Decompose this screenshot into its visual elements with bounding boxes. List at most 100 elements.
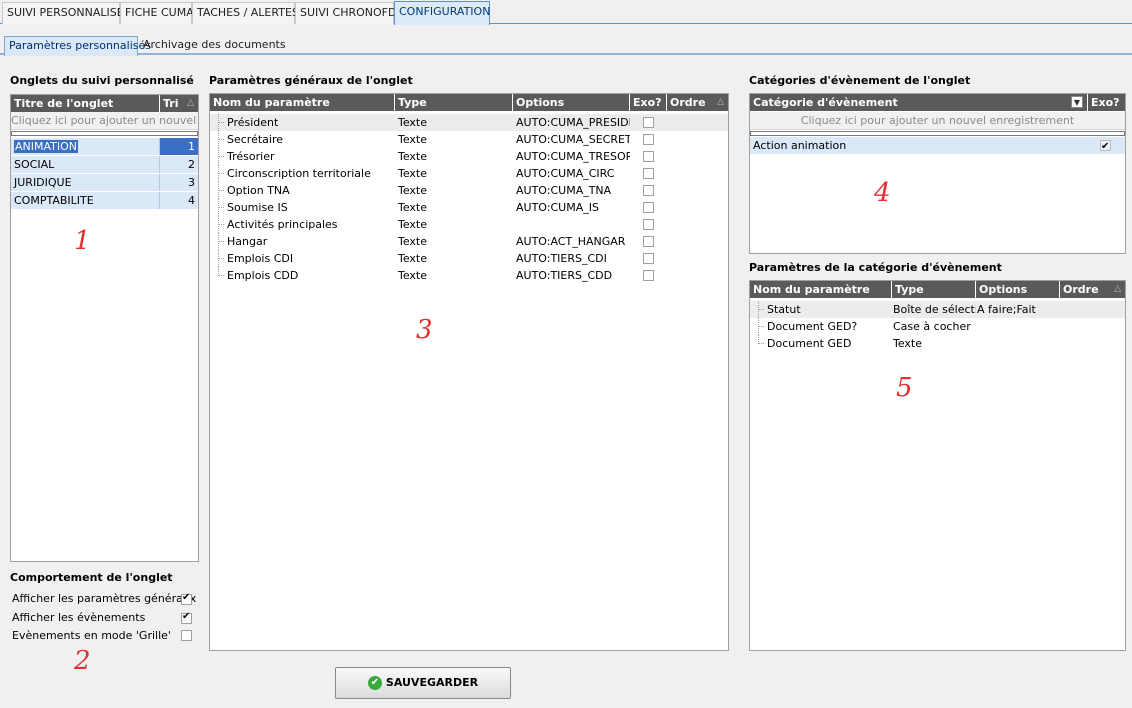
params-categorie-header: Nom du paramètre Type Options Ordre △ xyxy=(750,281,1125,298)
param-row[interactable]: Emplois CDD Texte AUTO:TIERS_CDD xyxy=(210,267,728,284)
tree-line xyxy=(218,199,224,216)
col-ordre[interactable]: Ordre △ xyxy=(667,94,728,111)
cat-param-options xyxy=(974,318,1060,335)
tab-archivage-documents[interactable]: Archivage des documents xyxy=(139,36,286,56)
col-options[interactable]: Options xyxy=(976,281,1060,298)
categorie-row[interactable]: Action animation xyxy=(750,137,1125,155)
option-label: Afficher les évènements xyxy=(12,611,146,624)
tree-line xyxy=(758,301,764,318)
col-titre-onglet[interactable]: Titre de l'onglet xyxy=(11,95,160,112)
tree-line xyxy=(218,131,224,148)
param-row[interactable]: Circonscription territoriale Texte AUTO:… xyxy=(210,165,728,182)
param-row[interactable]: Président Texte AUTO:CUMA_PRESIDENT xyxy=(210,114,728,131)
annotation-3: 3 xyxy=(416,315,433,345)
param-type: Texte xyxy=(398,201,428,214)
cat-param-row[interactable]: Statut Boîte de sélection A faire;Fait xyxy=(750,301,1125,318)
param-name: Président xyxy=(227,116,279,129)
param-options: AUTO:ACT_HANGAR xyxy=(516,235,626,248)
param-options xyxy=(513,216,630,233)
sort-icon: △ xyxy=(1114,284,1121,294)
param-exo-checkbox[interactable] xyxy=(643,134,654,145)
param-type: Texte xyxy=(398,252,428,265)
tree-line xyxy=(218,216,224,233)
onglet-name: COMPTABILITE xyxy=(11,192,160,209)
onglet-row[interactable]: ANIMATION 1 xyxy=(11,138,198,155)
tab-suivi-personnalise[interactable]: SUIVI PERSONNALISE xyxy=(2,2,124,24)
param-row[interactable]: Trésorier Texte AUTO:CUMA_TRESORIER xyxy=(210,148,728,165)
col-ordre[interactable]: Ordre △ xyxy=(1060,281,1125,298)
param-type: Texte xyxy=(398,116,428,129)
param-name: Circonscription territoriale xyxy=(227,167,371,180)
annotation-5: 5 xyxy=(896,373,913,403)
tab-parametres-personnalises[interactable]: Paramètres personnalisés xyxy=(4,36,151,56)
tab-suivi-chronofd[interactable]: SUIVI CHRONOFD xyxy=(295,2,396,24)
col-categorie[interactable]: Catégorie d'évènement ▼ xyxy=(750,94,1088,111)
param-type: Texte xyxy=(398,150,428,163)
cat-param-options xyxy=(974,335,1060,352)
params-generaux-title: Paramètres généraux de l'onglet xyxy=(209,74,413,87)
param-row[interactable]: Hangar Texte AUTO:ACT_HANGAR xyxy=(210,233,728,250)
onglet-name: SOCIAL xyxy=(11,156,160,173)
param-name: Hangar xyxy=(227,235,268,248)
save-button[interactable]: ✔ SAUVEGARDER xyxy=(335,667,511,699)
param-options: AUTO:CUMA_TNA xyxy=(516,184,612,197)
col-tri[interactable]: Tri △ xyxy=(160,95,198,112)
categorie-exo-checkbox[interactable] xyxy=(1100,138,1111,155)
params-generaux-header: Nom du paramètre Type Options Exo? Ordre… xyxy=(210,94,728,111)
param-row[interactable]: Option TNA Texte AUTO:CUMA_TNA xyxy=(210,182,728,199)
onglet-tri: 1 xyxy=(160,138,198,155)
col-type[interactable]: Type xyxy=(892,281,976,298)
param-exo-checkbox[interactable] xyxy=(643,117,654,128)
tree-line xyxy=(218,233,224,250)
col-options[interactable]: Options xyxy=(513,94,630,111)
sort-icon: △ xyxy=(187,98,194,108)
categories-add-row[interactable]: Cliquez ici pour ajouter un nouvel enreg… xyxy=(750,112,1125,130)
param-options: AUTO:CUMA_TRESORIER xyxy=(516,150,630,163)
onglet-name: ANIMATION xyxy=(14,140,79,153)
tab-fiche-cuma[interactable]: FICHE CUMA xyxy=(120,2,194,24)
param-options: AUTO:TIERS_CDD xyxy=(516,269,613,282)
onglet-row[interactable]: SOCIAL 2 xyxy=(11,156,198,173)
param-exo-checkbox[interactable] xyxy=(643,219,654,230)
option-checkbox-afficher-evenements[interactable] xyxy=(181,611,192,624)
tree-line xyxy=(218,250,224,267)
col-exo[interactable]: Exo? xyxy=(630,94,667,111)
comportement-title: Comportement de l'onglet xyxy=(10,571,173,584)
param-exo-checkbox[interactable] xyxy=(643,151,654,162)
param-exo-checkbox[interactable] xyxy=(643,270,654,281)
params-generaux-grid: Nom du paramètre Type Options Exo? Ordre… xyxy=(209,93,729,651)
option-checkbox-afficher-parametres[interactable] xyxy=(181,592,192,605)
param-exo-checkbox[interactable] xyxy=(643,185,654,196)
col-type[interactable]: Type xyxy=(395,94,513,111)
param-options: AUTO:CUMA_IS xyxy=(516,201,599,214)
cat-param-row[interactable]: Document GED Texte xyxy=(750,335,1125,352)
param-exo-checkbox[interactable] xyxy=(643,236,654,247)
option-checkbox-mode-grille[interactable] xyxy=(181,630,192,641)
tab-configuration[interactable]: CONFIGURATION xyxy=(394,1,490,25)
param-type: Texte xyxy=(398,269,428,282)
onglet-row[interactable]: JURIDIQUE 3 xyxy=(11,174,198,191)
top-tab-bar: SUIVI PERSONNALISE FICHE CUMA TACHES / A… xyxy=(0,0,1132,25)
col-nom-parametre[interactable]: Nom du paramètre xyxy=(210,94,395,111)
param-type: Texte xyxy=(398,218,428,231)
onglet-row[interactable]: COMPTABILITE 4 xyxy=(11,192,198,209)
param-row[interactable]: Soumise IS Texte AUTO:CUMA_IS xyxy=(210,199,728,216)
param-options: AUTO:CUMA_SECRET xyxy=(516,133,630,146)
param-row[interactable]: Secrétaire Texte AUTO:CUMA_SECRET xyxy=(210,131,728,148)
param-exo-checkbox[interactable] xyxy=(643,202,654,213)
param-row[interactable]: Activités principales Texte xyxy=(210,216,728,233)
param-exo-checkbox[interactable] xyxy=(643,168,654,179)
col-nom-parametre[interactable]: Nom du paramètre xyxy=(750,281,892,298)
filter-dropdown-icon[interactable]: ▼ xyxy=(1071,96,1083,108)
onglets-add-row[interactable]: Cliquez ici pour ajouter un nouvel enreg xyxy=(11,112,198,130)
param-type: Texte xyxy=(398,133,428,146)
param-row[interactable]: Emplois CDI Texte AUTO:TIERS_CDI xyxy=(210,250,728,267)
categories-grid: Catégorie d'évènement ▼ Exo? Cliquez ici… xyxy=(749,93,1126,254)
param-options: AUTO:CUMA_CIRC xyxy=(516,167,615,180)
tab-taches-alertes[interactable]: TACHES / ALERTES xyxy=(192,2,299,24)
annotation-1: 1 xyxy=(74,226,91,256)
param-name: Trésorier xyxy=(227,150,275,163)
param-exo-checkbox[interactable] xyxy=(643,253,654,264)
col-exo[interactable]: Exo? xyxy=(1088,94,1125,111)
cat-param-row[interactable]: Document GED? Case à cocher xyxy=(750,318,1125,335)
